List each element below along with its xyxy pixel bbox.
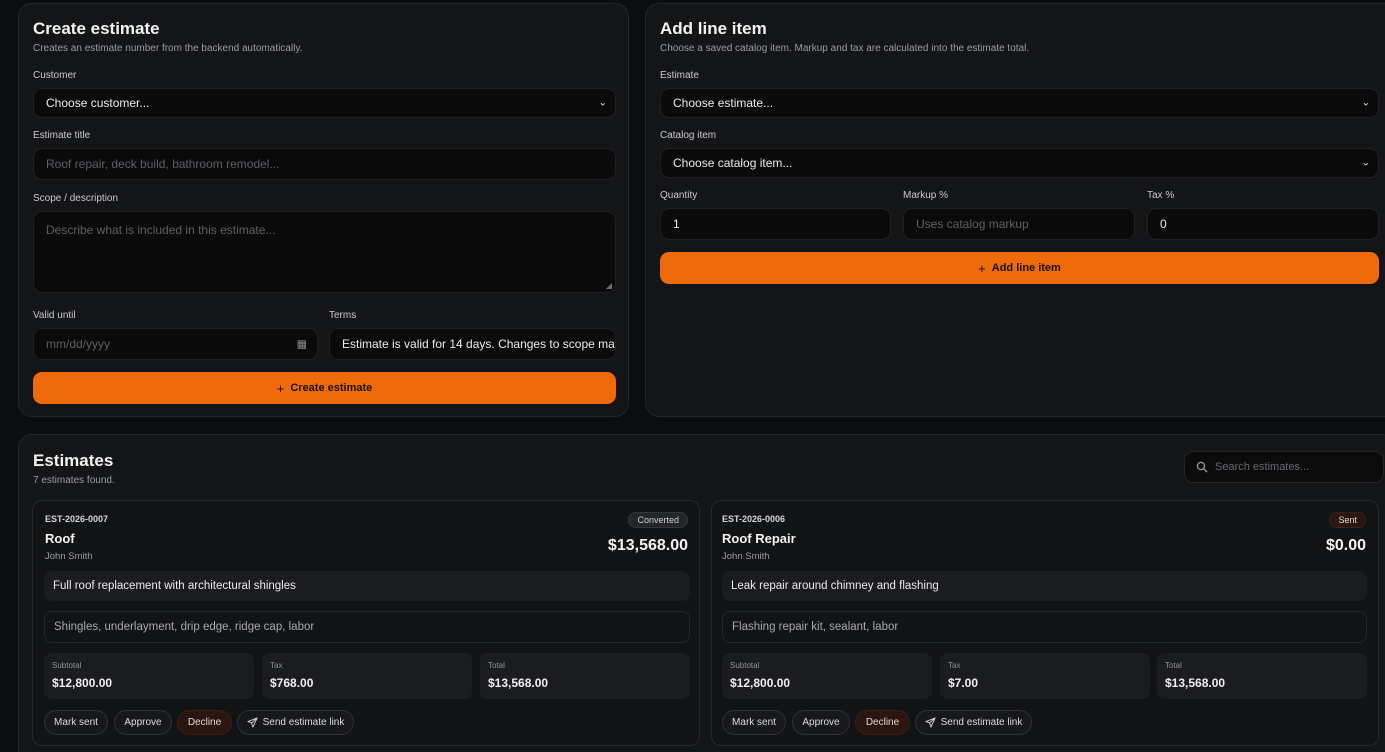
quantity-label: Quantity xyxy=(660,190,698,201)
markup-input[interactable]: Uses catalog markup xyxy=(903,208,1135,240)
scope-label: Scope / description xyxy=(33,193,119,204)
estimate-title-input[interactable]: Roof repair, deck build, bathroom remode… xyxy=(33,148,616,180)
markup-label: Markup % xyxy=(903,190,949,201)
estimate-description: Full roof replacement with architectural… xyxy=(44,571,690,601)
search-icon xyxy=(1196,461,1208,473)
customer-select-value: Choose customer... xyxy=(46,96,150,110)
catalog-item-select-value: Choose catalog item... xyxy=(673,156,793,170)
tax-value: $7.00 xyxy=(948,676,979,690)
subtotal-label: Subtotal xyxy=(52,661,82,670)
terms-label: Terms xyxy=(329,310,357,321)
subtotal-box: Subtotal $12,800.00 xyxy=(722,653,932,699)
quantity-input[interactable]: 1 xyxy=(660,208,891,240)
decline-button[interactable]: Decline xyxy=(177,710,232,735)
send-estimate-link-button[interactable]: Send estimate link xyxy=(237,710,354,735)
total-box: Total $13,568.00 xyxy=(1157,653,1367,699)
plus-icon: + xyxy=(978,260,986,276)
send-estimate-link-label: Send estimate link xyxy=(940,717,1023,728)
estimate-number: EST-2026-0006 xyxy=(722,514,786,524)
estimate-scope: Shingles, underlayment, drip edge, ridge… xyxy=(44,611,690,643)
estimate-description: Leak repair around chimney and flashing xyxy=(722,571,1367,601)
search-placeholder: Search estimates... xyxy=(1215,461,1310,473)
estimate-customer: John Smith xyxy=(722,551,770,562)
total-value: $13,568.00 xyxy=(488,676,549,690)
estimate-scope: Flashing repair kit, sealant, labor xyxy=(722,611,1367,643)
estimate-title-label: Estimate title xyxy=(33,130,91,141)
approve-button[interactable]: Approve xyxy=(792,710,850,735)
send-estimate-link-label: Send estimate link xyxy=(262,717,345,728)
add-line-item-button[interactable]: + Add line item xyxy=(660,252,1379,284)
create-estimate-panel: Create estimate Creates an estimate numb… xyxy=(18,3,629,417)
tax-label: Tax xyxy=(270,661,283,670)
tax-label: Tax % xyxy=(1147,190,1175,201)
tax-box: Tax $768.00 xyxy=(262,653,472,699)
mark-sent-button[interactable]: Mark sent xyxy=(722,710,786,735)
chevron-down-icon: ⌄ xyxy=(1361,157,1370,169)
decline-button[interactable]: Decline xyxy=(855,710,910,735)
create-estimate-title: Create estimate xyxy=(33,19,160,38)
create-estimate-button-label: Create estimate xyxy=(290,382,373,394)
send-estimate-link-button[interactable]: Send estimate link xyxy=(915,710,1032,735)
search-input[interactable]: Search estimates... xyxy=(1184,451,1384,483)
tax-value: $768.00 xyxy=(270,676,314,690)
scope-placeholder: Describe what is included in this estima… xyxy=(46,223,276,237)
add-line-item-title: Add line item xyxy=(660,19,767,38)
estimate-card-title: Roof Repair xyxy=(722,531,796,546)
customer-label: Customer xyxy=(33,70,77,81)
valid-until-placeholder: mm/dd/yyyy xyxy=(46,337,111,351)
send-icon xyxy=(925,717,936,728)
chevron-down-icon: ⌄ xyxy=(1361,97,1370,109)
create-estimate-subtitle: Creates an estimate number from the back… xyxy=(33,43,303,54)
catalog-item-select[interactable]: Choose catalog item... ⌄ xyxy=(660,148,1379,178)
estimate-card: EST-2026-0007 Converted Roof John Smith … xyxy=(32,500,700,746)
tax-box: Tax $7.00 xyxy=(940,653,1150,699)
scope-textarea[interactable]: Describe what is included in this estima… xyxy=(33,211,616,293)
add-line-item-button-label: Add line item xyxy=(991,262,1061,274)
subtotal-label: Subtotal xyxy=(730,661,760,670)
valid-until-label: Valid until xyxy=(33,310,76,321)
resize-handle-icon[interactable]: ◢ xyxy=(606,281,612,290)
estimate-customer: John Smith xyxy=(45,551,93,562)
add-line-item-subtitle: Choose a saved catalog item. Markup and … xyxy=(660,43,1030,54)
status-badge: Converted xyxy=(628,512,688,528)
valid-until-input[interactable]: mm/dd/yyyy ▦ xyxy=(33,328,318,360)
tax-input[interactable]: 0 xyxy=(1147,208,1379,240)
total-value: $13,568.00 xyxy=(1165,676,1226,690)
subtotal-value: $12,800.00 xyxy=(52,676,113,690)
catalog-item-label: Catalog item xyxy=(660,130,717,141)
subtotal-box: Subtotal $12,800.00 xyxy=(44,653,254,699)
estimates-count: 7 estimates found. xyxy=(33,475,115,486)
estimate-card-title: Roof xyxy=(45,531,75,546)
tax-label: Tax xyxy=(948,661,961,670)
customer-select[interactable]: Choose customer... ⌄ xyxy=(33,88,616,118)
total-box: Total $13,568.00 xyxy=(480,653,690,699)
status-badge: Sent xyxy=(1329,512,1366,528)
estimate-amount: $13,568.00 xyxy=(607,537,688,554)
estimates-title: Estimates xyxy=(33,451,114,470)
estimate-select-value: Choose estimate... xyxy=(673,96,774,110)
estimates-panel: Estimates 7 estimates found. Search esti… xyxy=(18,434,1385,752)
total-label: Total xyxy=(488,661,505,670)
mark-sent-button[interactable]: Mark sent xyxy=(44,710,108,735)
add-line-item-panel: Add line item Choose a saved catalog ite… xyxy=(645,3,1385,417)
chevron-down-icon: ⌄ xyxy=(598,97,607,109)
estimate-select[interactable]: Choose estimate... ⌄ xyxy=(660,88,1379,118)
terms-input[interactable]: Estimate is valid for 14 days. Changes t… xyxy=(329,328,616,360)
estimate-label: Estimate xyxy=(660,70,699,81)
create-estimate-button[interactable]: + Create estimate xyxy=(33,372,616,404)
estimate-number: EST-2026-0007 xyxy=(45,514,109,524)
approve-button[interactable]: Approve xyxy=(114,710,172,735)
estimate-card: EST-2026-0006 Sent Roof Repair John Smit… xyxy=(711,500,1379,746)
subtotal-value: $12,800.00 xyxy=(730,676,791,690)
total-label: Total xyxy=(1165,661,1182,670)
send-icon xyxy=(247,717,258,728)
plus-icon: + xyxy=(276,380,285,396)
calendar-icon[interactable]: ▦ xyxy=(297,338,307,351)
estimate-amount: $0.00 xyxy=(1325,537,1366,554)
